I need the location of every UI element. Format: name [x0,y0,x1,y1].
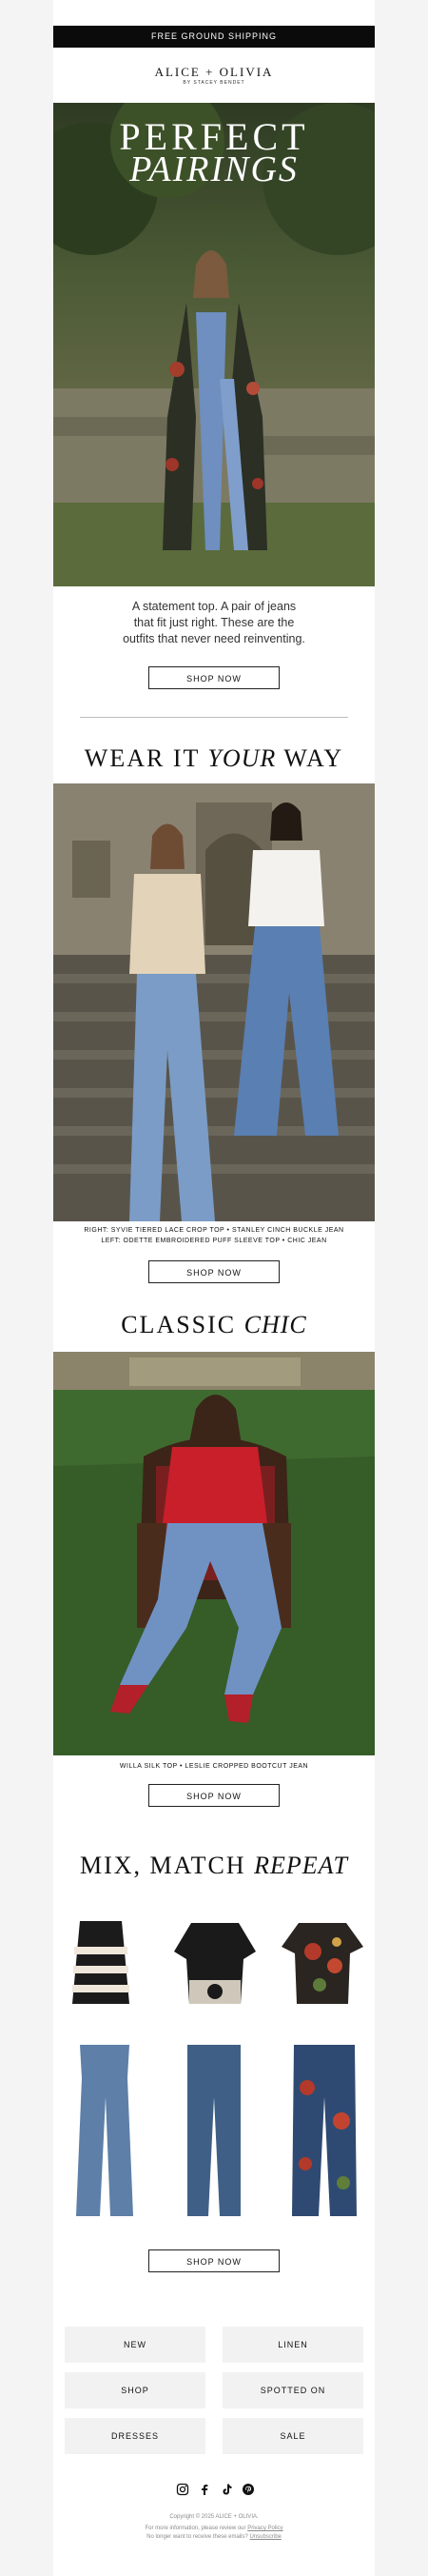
product-tiered-lace-top[interactable] [63,1913,139,2013]
section-wear-it-title: WEAR IT YOUR WAY [53,744,375,773]
brand-logo[interactable]: ALICE + OLIVIA [53,65,375,80]
footer-text: No longer want to receive these emails? [146,2534,250,2540]
wear-it-shop-now-button[interactable]: SHOP NOW [148,1260,280,1283]
pinterest-icon[interactable] [242,2483,255,2496]
product-image [292,2045,357,2216]
wear-it-photo-illustration [53,783,375,1221]
product-embroidered-sleeve-top[interactable] [172,1913,258,2013]
nav-sale[interactable]: SALE [223,2418,363,2454]
classic-chic-photo[interactable] [53,1352,375,1755]
section-classic-chic-title: CLASSIC CHIC [53,1311,375,1339]
section-mix-match-title: MIX, MATCH REPEAT [53,1852,375,1880]
hero-copy: A statement top. A pair of jeans that fi… [53,599,375,647]
nav-spotted-on[interactable]: SPOTTED ON [223,2372,363,2408]
footer-unsubscribe-line: No longer want to receive these emails? … [53,2534,375,2540]
mix-match-shop-now-button[interactable]: SHOP NOW [148,2249,280,2272]
nav-shop[interactable]: SHOP [65,2372,205,2408]
product-embroidered-jean[interactable] [286,2040,362,2221]
unsubscribe-link[interactable]: Unsubscribe [250,2534,282,2540]
hero-copy-line: A statement top. A pair of jeans [131,600,297,613]
email-body: FREE GROUND SHIPPING ALICE + OLIVIA BY S… [53,0,375,2576]
instagram-icon[interactable] [176,2483,189,2496]
hero-heading-line2: PAIRINGS [129,149,299,189]
product-flare-jean[interactable] [70,2040,139,2221]
wear-it-caption-line1: RIGHT: SYVIE TIERED LACE CROP TOP • STAN… [84,1227,344,1234]
nav-new[interactable]: NEW [65,2327,205,2363]
nav-linen[interactable]: LINEN [223,2327,363,2363]
product-floral-tee[interactable] [280,1913,365,2013]
title-text: WEAR IT [84,744,208,772]
title-text: MIX, MATCH [80,1852,255,1879]
title-text: CLASSIC [121,1311,244,1338]
title-text: WAY [276,744,344,772]
title-italic: REPEAT [254,1852,348,1879]
nav-dresses[interactable]: DRESSES [65,2418,205,2454]
brand-subtitle: BY STACEY BENDET [183,80,245,86]
product-straight-jean[interactable] [180,2040,248,2221]
footer-privacy-line: For more information, please review our … [53,2526,375,2531]
product-image [76,2045,133,2216]
footer-copyright: Copyright © 2025 ALICE + OLIVIA. [169,2514,259,2520]
privacy-policy-link[interactable]: Privacy Policy [247,2526,282,2531]
footer-text: For more information, please review our [145,2526,248,2531]
title-italic: CHIC [243,1311,307,1338]
wear-it-photo[interactable] [53,783,375,1221]
hero-copy-line: that fit just right. These are the [133,616,295,629]
classic-chic-caption: WILLA SILK TOP • LESLIE CROPPED BOOTCUT … [119,1763,309,1770]
section-divider [80,717,348,718]
product-image [72,1921,129,2004]
hero-shop-now-button[interactable]: SHOP NOW [148,666,280,689]
product-image [174,1923,256,2004]
wear-it-caption-line2: LEFT: ODETTE EMBROIDERED PUFF SLEEVE TOP… [101,1238,327,1244]
tiktok-icon[interactable] [220,2483,233,2496]
classic-chic-photo-illustration [53,1352,375,1755]
shipping-banner[interactable]: FREE GROUND SHIPPING [53,26,375,48]
title-italic: YOUR [207,744,277,772]
hero-image[interactable]: PERFECT PAIRINGS [53,103,375,586]
hero-copy-line: outfits that never need reinventing. [123,632,305,645]
facebook-icon[interactable] [198,2483,211,2496]
product-image [187,2045,241,2216]
classic-chic-shop-now-button[interactable]: SHOP NOW [148,1784,280,1807]
product-image [282,1923,363,2004]
